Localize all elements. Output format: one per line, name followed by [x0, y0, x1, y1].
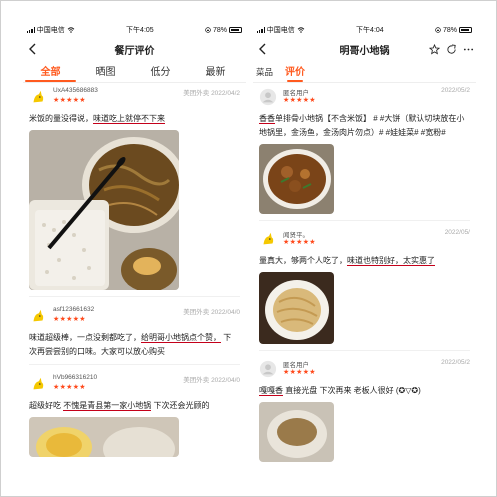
battery-icon	[458, 27, 472, 33]
avatar	[29, 307, 47, 325]
anonymous-avatar	[259, 360, 277, 378]
review-meta: 2022/05/2	[441, 359, 470, 366]
food-photo-image	[29, 417, 179, 457]
status-bar: 中国电信 下午4:05 78%	[23, 23, 246, 37]
review-text: 嘎嘎香 直接光盘 下次再来 老板人很好 (✪▽✪)	[259, 385, 470, 397]
review-text-line2: 次再尝尝别的口味。大家可以放心购买	[29, 347, 165, 356]
review-item: 匿名用户 ★★★★★ 2022/05/2 嘎嘎香 直接光盘 下次再来 老板人很好…	[253, 351, 476, 462]
review-meta: 2022/05/2	[441, 87, 470, 94]
signal-icon	[257, 27, 265, 33]
review-username: hVb966316210	[53, 374, 98, 381]
review-item: asf123661632 ★★★★★ 美团外卖 2022/04/0 味道超级棒，…	[23, 297, 246, 365]
shop-tabs: 菜品 评价	[253, 61, 476, 83]
tab-all[interactable]: 全部	[23, 63, 78, 82]
star-rating: ★★★★★	[53, 316, 86, 323]
avatar	[259, 230, 277, 248]
review-text: 量真大，够两个人吃了，味道也特别好，太实惠了	[259, 255, 470, 267]
avatar	[29, 88, 47, 106]
tab-reviews[interactable]: 评价	[285, 63, 305, 82]
star-favorite-icon[interactable]	[429, 43, 440, 55]
nav-bar: 餐厅评价	[23, 37, 246, 61]
left-phone-screen: 中国电信 下午4:05 78% 餐厅评价 全部 晒图 低分 最新 UxA4356…	[23, 23, 246, 478]
review-photo[interactable]	[259, 144, 334, 214]
review-text: 米饭的量没得说，味道吃上就停不下来	[29, 113, 240, 125]
review-text: 香香单排骨小地锅【不含米饭】 # #大饼（默认切块放在小	[259, 113, 470, 125]
review-text-plain: 超级好吃	[29, 401, 64, 410]
review-meta: 美团外卖 2022/04/2	[183, 90, 240, 97]
food-photo-image	[29, 130, 179, 290]
review-item: UxA435686883 ★★★★★ 美团外卖 2022/04/2 米饭的量没得…	[23, 83, 246, 297]
star-rating: ★★★★★	[283, 239, 316, 246]
page-title: 餐厅评价	[114, 45, 155, 57]
signal-icon	[27, 27, 35, 33]
review-username: UxA435686883	[53, 87, 98, 94]
review-meta: 美团外卖 2022/04/0	[183, 309, 240, 316]
food-photo-image	[259, 144, 334, 214]
back-arrow-icon[interactable]	[23, 37, 41, 61]
tab-latest[interactable]: 最新	[188, 63, 243, 82]
review-item: 闻贤平。 ★★★★★ 2022/05/ 量真大，够两个人吃了，味道也特别好，太实…	[253, 221, 476, 351]
review-text-plain: 下	[221, 333, 232, 342]
underlined-phrase: 嘎嘎香	[259, 386, 283, 396]
underlined-phrase: 味道也特别好，太实惠了	[347, 256, 435, 266]
review-item: hVb966316210 ★★★★★ 美团外卖 2022/04/0 超级好吃 不…	[23, 365, 246, 457]
review-text-plain: 米饭的量没得说，	[29, 114, 93, 123]
review-meta: 2022/05/	[444, 229, 470, 236]
review-text: 超级好吃 不愧是青县第一家小地锅 下次还会光顾的	[29, 400, 240, 412]
battery-icon	[228, 27, 242, 33]
orientation-lock-icon	[205, 27, 211, 33]
battery-percent: 78%	[442, 26, 457, 34]
right-phone-screen: 中国电信 下午4:04 78% 明哥小地锅 菜品 评价 匿名用户 ★★★★★ 2…	[253, 23, 476, 478]
underlined-phrase: 不愧是青县第一家小地锅	[63, 401, 152, 411]
food-photo-image	[259, 272, 334, 344]
nav-bar: 明哥小地锅	[253, 37, 476, 61]
star-rating: ★★★★★	[53, 97, 86, 104]
review-photo[interactable]	[259, 272, 334, 344]
review-meta: 美团外卖 2022/04/0	[183, 377, 240, 384]
underlined-phrase: 香香	[259, 114, 275, 124]
food-photo-image	[259, 402, 334, 462]
wifi-icon	[67, 27, 75, 33]
wifi-icon	[297, 27, 305, 33]
review-text-plain: 下次还会光顾的	[151, 401, 210, 410]
anonymous-avatar	[259, 88, 277, 106]
review-text-plain: 量真大，够两个人吃了，	[259, 256, 347, 265]
underlined-phrase: 给明哥小地锅点个赞，	[141, 333, 221, 343]
carrier-label: 中国电信	[266, 27, 295, 34]
star-rating: ★★★★★	[283, 369, 316, 376]
review-tabs: 全部 晒图 低分 最新	[23, 61, 246, 83]
review-text-plain: 直接光盘 下次再来 老板人很好 (✪▽✪)	[283, 386, 421, 395]
tab-dishes[interactable]: 菜品	[253, 66, 273, 82]
star-rating: ★★★★★	[283, 97, 316, 104]
review-photo[interactable]	[29, 417, 179, 457]
review-text-line2: 地锅里，金汤鱼，金汤肉片勿点）# #娃娃菜# #宽粉#	[259, 128, 446, 137]
carrier-label: 中国电信	[36, 27, 65, 34]
status-bar: 中国电信 下午4:04 78%	[253, 23, 476, 37]
battery-percent: 78%	[212, 26, 227, 34]
tab-photos[interactable]: 晒图	[78, 63, 133, 82]
status-time: 下午4:04	[356, 27, 384, 34]
review-item: 匿名用户 ★★★★★ 2022/05/2 香香单排骨小地锅【不含米饭】 # #大…	[253, 83, 476, 221]
share-icon[interactable]	[446, 43, 457, 55]
more-icon[interactable]	[463, 44, 474, 55]
back-arrow-icon[interactable]	[253, 37, 271, 61]
review-username: asf123661632	[53, 306, 95, 313]
status-time: 下午4:05	[126, 27, 154, 34]
star-rating: ★★★★★	[53, 384, 86, 391]
review-text-plain: 味道超级棒，一点没剩都吃了，	[29, 333, 141, 342]
avatar	[29, 375, 47, 393]
review-text-plain: 单排骨小地锅【不含米饭】 # #大饼（默认切块放在小	[275, 114, 465, 123]
orientation-lock-icon	[435, 27, 441, 33]
review-text: 味道超级棒，一点没剩都吃了，给明哥小地锅点个赞， 下	[29, 332, 240, 344]
comparison-frame: 中国电信 下午4:05 78% 餐厅评价 全部 晒图 低分 最新 UxA4356…	[0, 0, 497, 497]
tab-low-score[interactable]: 低分	[133, 63, 188, 82]
underlined-phrase: 味道吃上就停不下来	[93, 114, 165, 124]
review-photo[interactable]	[259, 402, 334, 462]
review-photo[interactable]	[29, 130, 179, 290]
